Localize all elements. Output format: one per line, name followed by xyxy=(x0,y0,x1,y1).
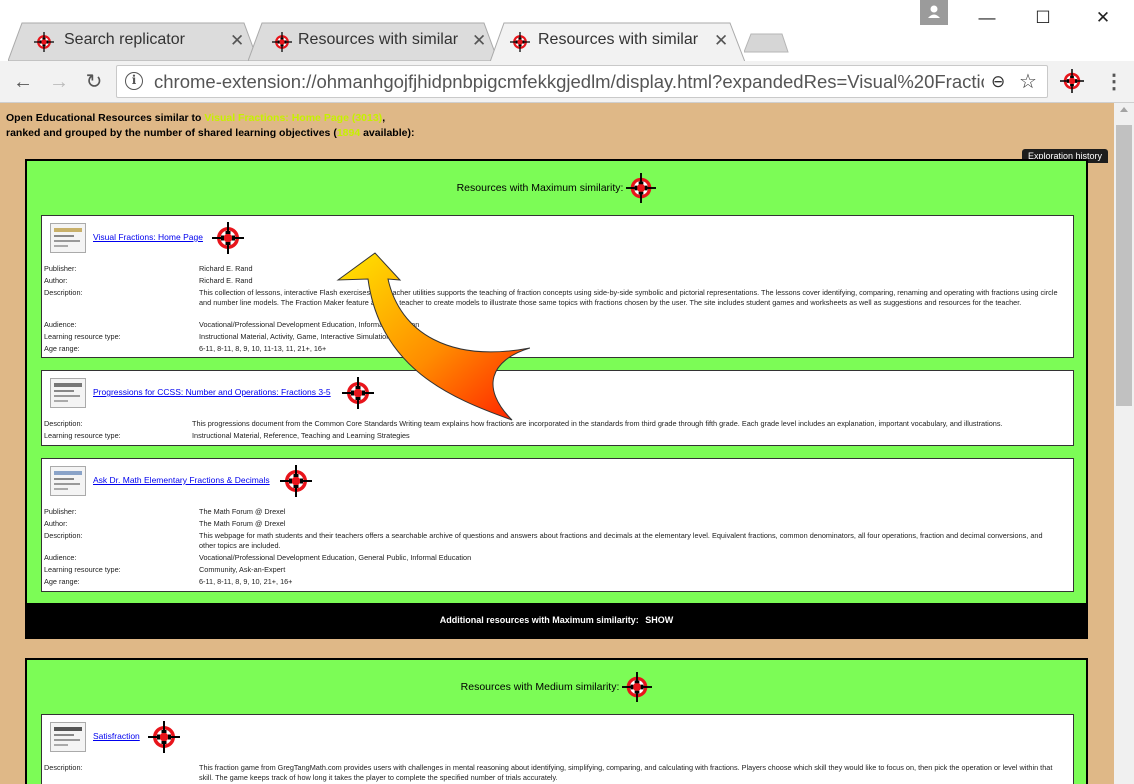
resource-card: Visual Fractions: Home Page Publisher: Ri… xyxy=(41,215,1074,358)
header-line2-suffix: available): xyxy=(360,127,415,139)
row-value: The Math Forum @ Drexel xyxy=(199,519,286,528)
header-prefix: Open Educational Resources similar to xyxy=(6,112,205,124)
tab-resources-similar-active[interactable]: Resources with similar le ✕ xyxy=(490,22,745,62)
row-value: Community, Ask-an-Expert xyxy=(199,565,286,574)
row-value: Vocational/Professional Development Educ… xyxy=(199,320,420,329)
resource-thumbnail[interactable] xyxy=(50,722,86,752)
tab-title: Resources with similar le xyxy=(298,31,460,48)
resource-title-link[interactable]: Ask Dr. Math Elementary Fractions & Deci… xyxy=(93,475,270,485)
row-value: This progressions document from the Comm… xyxy=(192,419,1003,428)
close-icon[interactable]: ✕ xyxy=(472,31,486,51)
resource-thumbnail[interactable] xyxy=(50,378,86,408)
row-label: Audience: xyxy=(44,553,77,562)
header-line-2: ranked and grouped by the number of shar… xyxy=(6,127,414,139)
header-line2-prefix: ranked and grouped by the number of shar… xyxy=(6,127,337,139)
row-value: Richard E. Rand xyxy=(199,276,253,285)
row-label: Author: xyxy=(44,276,68,285)
row-value: Instructional Material, Reference, Teach… xyxy=(192,431,410,440)
profile-button[interactable] xyxy=(920,0,948,25)
header-resource-link[interactable]: Visual Fractions: Home Page (3013) xyxy=(204,112,382,124)
row-value: Vocational/Professional Development Educ… xyxy=(199,553,472,562)
target-icon xyxy=(34,32,54,52)
row-label: Description: xyxy=(44,763,83,772)
tab-title: Resources with similar le xyxy=(538,31,702,48)
tab-resources-similar-1[interactable]: Resources with similar le ✕ xyxy=(248,22,498,61)
menu-icon[interactable]: ⋮ xyxy=(1104,69,1124,94)
target-icon xyxy=(272,32,292,52)
row-label: Description: xyxy=(44,419,83,428)
row-value: 6-11, 8-11, 8, 9, 10, 21+, 16+ xyxy=(199,577,293,586)
zoom-icon[interactable]: ⊖ xyxy=(991,72,1005,92)
target-icon[interactable] xyxy=(626,173,656,203)
header-suffix: , xyxy=(382,112,386,124)
additional-label: Additional resources with Maximum simila… xyxy=(439,615,639,625)
group-title-text: Resources with Medium similarity: xyxy=(460,680,620,693)
url-text[interactable]: chrome-extension://ohmanhgojfjhidpnbpigc… xyxy=(154,71,984,93)
target-icon[interactable] xyxy=(280,465,312,497)
resource-card: Satisfraction Description: This fraction … xyxy=(41,714,1074,784)
row-label: Description: xyxy=(44,531,83,540)
back-button[interactable]: ← xyxy=(10,69,36,95)
group-title: Resources with Maximum similarity: xyxy=(27,173,1086,203)
extension-target-icon[interactable] xyxy=(1060,69,1084,93)
address-bar[interactable]: i chrome-extension://ohmanhgojfjhidpnbpi… xyxy=(116,65,1048,98)
page-content: Open Educational Resources similar to Vi… xyxy=(0,103,1114,784)
row-label: Publisher: xyxy=(44,264,77,273)
resource-card: Ask Dr. Math Elementary Fractions & Deci… xyxy=(41,458,1074,592)
additional-resources-bar: Additional resources with Maximum simila… xyxy=(25,603,1088,639)
target-icon xyxy=(510,32,530,52)
info-icon[interactable]: i xyxy=(125,72,143,90)
close-icon[interactable]: ✕ xyxy=(230,31,244,51)
new-tab-button[interactable] xyxy=(744,32,790,54)
header-line-1: Open Educational Resources similar to Vi… xyxy=(6,112,385,124)
maximize-button[interactable]: ☐ xyxy=(1020,2,1066,34)
row-value: This fraction game from GregTangMath.com… xyxy=(199,763,1053,782)
target-icon[interactable] xyxy=(148,721,180,753)
row-label: Author: xyxy=(44,519,68,528)
group-title: Resources with Medium similarity: xyxy=(27,672,1086,702)
row-value: This webpage for math students and their… xyxy=(199,531,1043,550)
row-label: Audience: xyxy=(44,320,77,329)
row-label: Age range: xyxy=(44,577,80,586)
row-label: Learning resource type: xyxy=(44,431,121,440)
annotation-arrow xyxy=(336,252,530,421)
vertical-scrollbar[interactable] xyxy=(1114,103,1134,784)
group-maximum-similarity: Resources with Maximum similarity: Visua… xyxy=(25,159,1088,605)
scroll-up-arrow-icon[interactable] xyxy=(1120,107,1128,112)
row-value: 6-11, 8-11, 8, 9, 10, 11-13, 11, 21+, 16… xyxy=(199,344,327,353)
row-value: Richard E. Rand xyxy=(199,264,253,273)
row-label: Description: xyxy=(44,288,83,297)
minimize-button[interactable]: — xyxy=(964,2,1010,34)
window-close-button[interactable]: ✕ xyxy=(1080,2,1126,34)
resource-title-link[interactable]: Visual Fractions: Home Page xyxy=(93,232,203,242)
tab-title: Search replicator xyxy=(64,31,185,48)
row-label: Learning resource type: xyxy=(44,332,121,341)
row-value: The Math Forum @ Drexel xyxy=(199,507,286,516)
browser-titlebar: Search replicator ✕ Resources with simil… xyxy=(0,0,1134,62)
available-count: 1894 xyxy=(336,127,361,139)
browser-toolbar: ← → ↻ i chrome-extension://ohmanhgojfjhi… xyxy=(0,61,1134,103)
scroll-thumb[interactable] xyxy=(1116,125,1132,406)
row-label: Learning resource type: xyxy=(44,565,121,574)
forward-button[interactable]: → xyxy=(46,69,72,95)
reload-button[interactable]: ↻ xyxy=(81,69,107,95)
resource-title-link[interactable]: Progressions for CCSS: Number and Operat… xyxy=(93,387,331,397)
target-icon[interactable] xyxy=(212,222,244,254)
resource-card: Progressions for CCSS: Number and Operat… xyxy=(41,370,1074,446)
show-button[interactable]: SHOW xyxy=(645,615,673,625)
row-value: Instructional Material, Activity, Game, … xyxy=(199,332,419,341)
row-label: Age range: xyxy=(44,344,80,353)
person-icon xyxy=(928,5,940,18)
resource-thumbnail[interactable] xyxy=(50,223,86,253)
target-icon[interactable] xyxy=(622,672,652,702)
resource-thumbnail[interactable] xyxy=(50,466,86,496)
group-title-text: Resources with Maximum similarity: xyxy=(456,181,624,194)
row-label: Publisher: xyxy=(44,507,77,516)
close-icon[interactable]: ✕ xyxy=(714,31,728,51)
group-medium-similarity: Resources with Medium similarity: Satisf… xyxy=(25,658,1088,784)
tab-search-replicator[interactable]: Search replicator ✕ xyxy=(8,22,258,61)
resource-title-link[interactable]: Satisfraction xyxy=(93,731,140,741)
row-value: This collection of lessons, interactive … xyxy=(199,288,1058,307)
bookmark-star-icon[interactable]: ☆ xyxy=(1019,69,1037,94)
